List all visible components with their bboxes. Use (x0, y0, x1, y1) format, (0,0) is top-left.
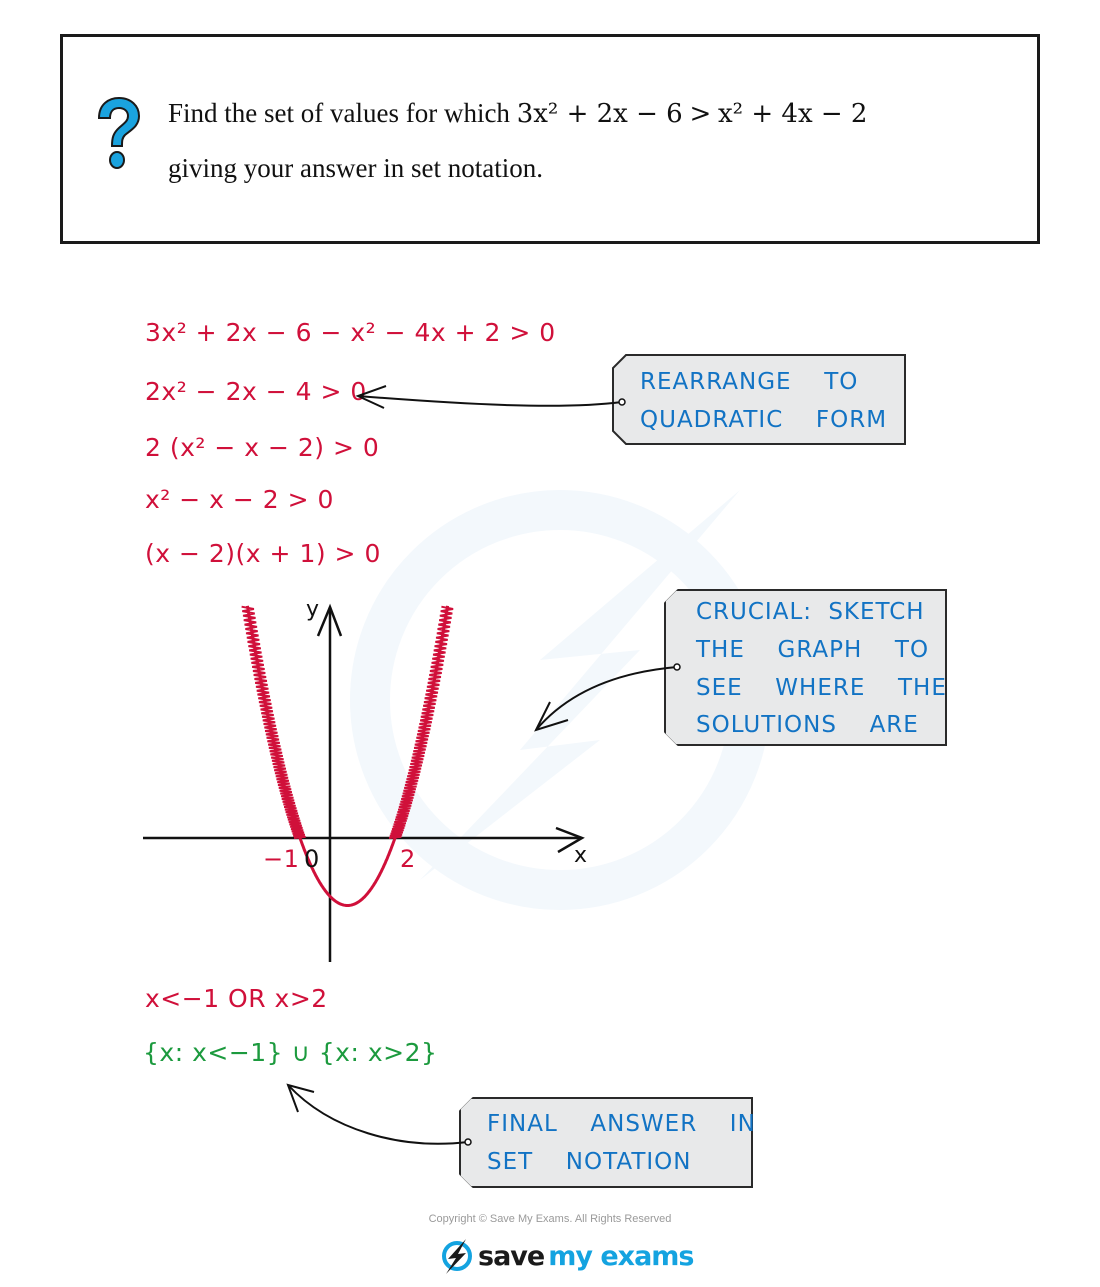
x-axis-label: x (574, 843, 588, 868)
set-notation-answer: {x: x<−1} ∪ {x: x>2} (143, 1038, 438, 1067)
root-label-neg1: −1 (263, 845, 300, 873)
solution-inequality: x<−1 OR x>2 (145, 984, 328, 1013)
root-label-2: 2 (400, 845, 416, 873)
logo-myexams-text: my exams (548, 1240, 694, 1272)
arrow-final (287, 1084, 469, 1145)
graph-sketch (143, 385, 681, 1146)
solution-region-right (388, 605, 454, 839)
solution-region-left (241, 605, 306, 839)
logo-save-text: save (478, 1240, 545, 1272)
arrow-rearrange (357, 395, 623, 407)
origin-label: 0 (304, 845, 320, 873)
arrow-sketch (535, 666, 678, 731)
lightning-bolt-icon (442, 1239, 472, 1274)
save-my-exams-logo: save my exams (440, 1236, 695, 1276)
y-axis-label: y (306, 597, 320, 622)
copyright-text: Copyright © Save My Exams. All Rights Re… (428, 1213, 672, 1225)
